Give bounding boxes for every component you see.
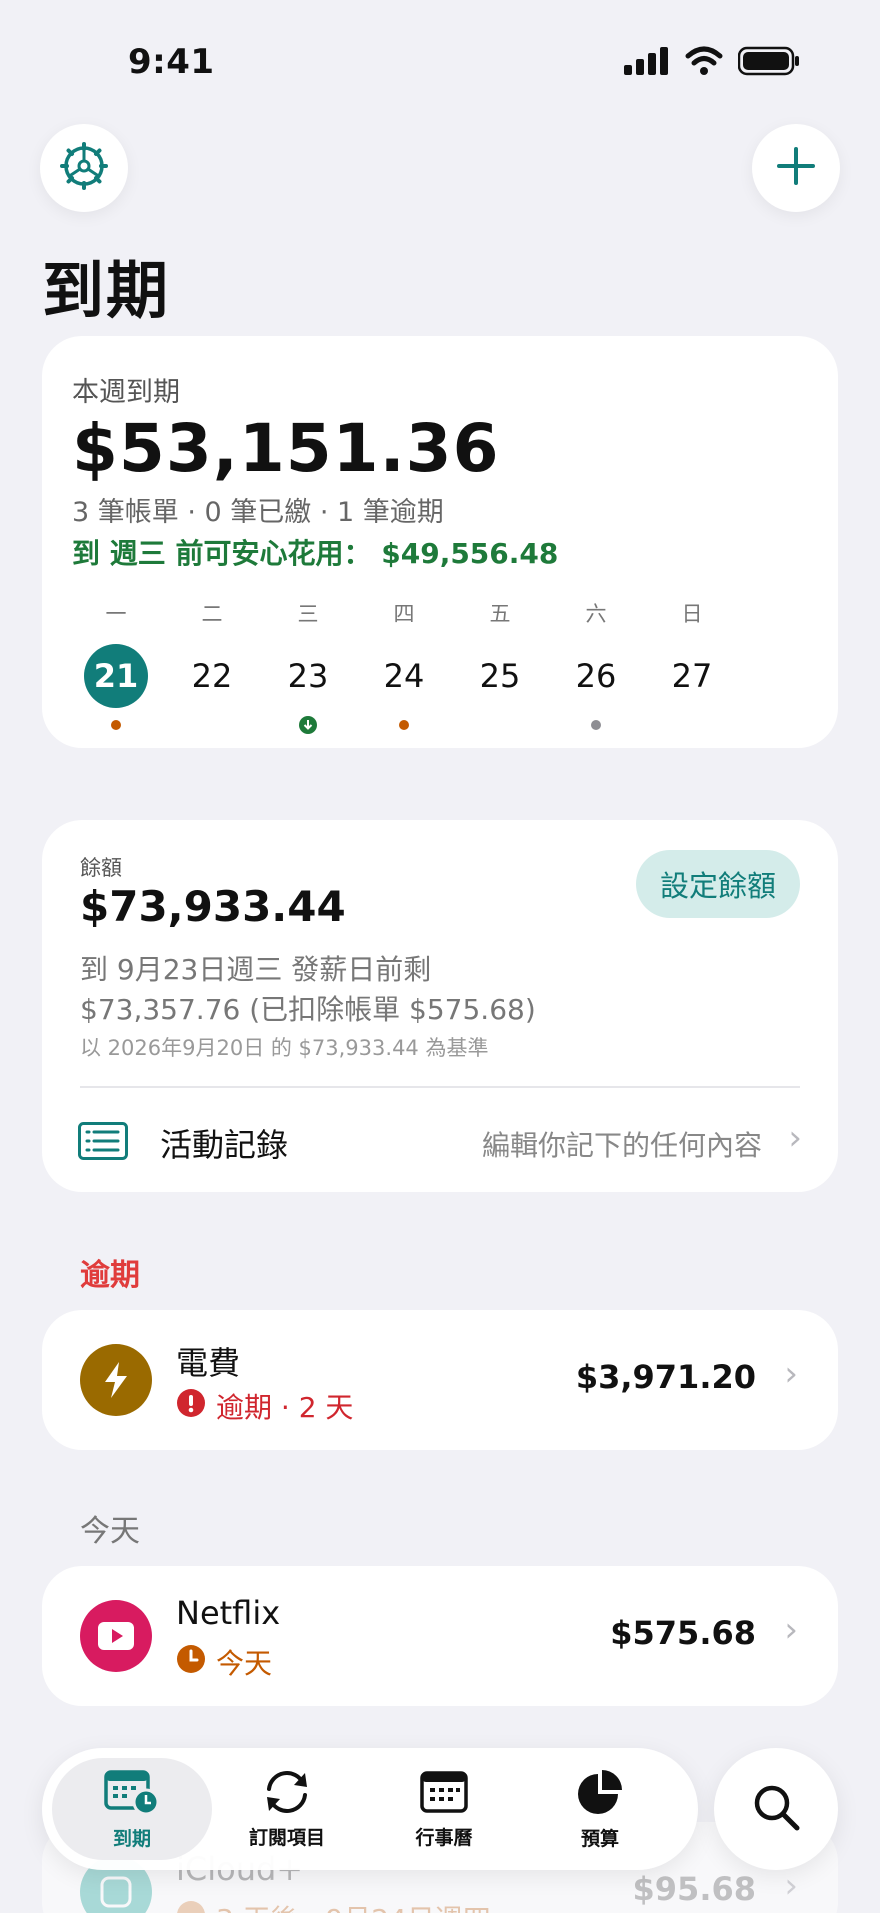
bill-row-electricity[interactable]: 電費 逾期 · 2 天 $3,971.20 › xyxy=(42,1310,838,1450)
balance-basis: 以 2026年9月20日 的 $73,933.44 為基準 xyxy=(80,1036,489,1060)
day-number: 23 xyxy=(287,657,329,695)
day-name: 三 xyxy=(297,602,319,626)
balance-label: 餘額 xyxy=(80,856,122,880)
plus-icon xyxy=(776,146,816,190)
bill-dot xyxy=(591,720,601,730)
pie-chart-icon xyxy=(576,1768,624,1820)
day-number: 26 xyxy=(575,657,617,695)
tab-label: 行事曆 xyxy=(415,1826,473,1849)
day-name: 五 xyxy=(489,602,511,626)
chevron-right-icon: › xyxy=(788,1118,802,1158)
tab-calendar[interactable]: 行事曆 xyxy=(364,1748,524,1870)
bill-amount: $575.68 xyxy=(610,1614,756,1652)
activity-log-hint: 編輯你記下的任何內容 xyxy=(481,1129,762,1162)
day-name: 二 xyxy=(201,602,223,626)
add-button[interactable] xyxy=(752,124,840,212)
battery-icon xyxy=(737,46,800,80)
day-number: 21 xyxy=(84,644,148,708)
tab-label: 預算 xyxy=(580,1827,619,1850)
wifi-icon xyxy=(684,46,724,80)
balance-card: 餘額 $73,933.44 設定餘額 到 9月23日週三 發薪日前剩 $73,3… xyxy=(42,820,838,1192)
settings-button[interactable] xyxy=(40,124,128,212)
day-number: 25 xyxy=(479,657,521,695)
chevron-right-icon: › xyxy=(784,1610,798,1650)
page-title: 到期 xyxy=(42,254,171,327)
day-name: 四 xyxy=(393,602,415,626)
status-time: 9:41 xyxy=(128,42,215,82)
tab-bar: 到期 訂閱項目 行事曆 預算 xyxy=(42,1748,698,1870)
day-name: 六 xyxy=(585,602,607,626)
list-icon xyxy=(78,1122,128,1164)
day-wednesday[interactable]: 三 23 xyxy=(268,598,348,734)
day-name: 一 xyxy=(105,602,127,626)
chevron-right-icon: › xyxy=(784,1354,798,1394)
tab-due[interactable]: 到期 xyxy=(52,1758,212,1860)
payday-arrow-icon xyxy=(299,716,317,734)
gear-icon xyxy=(60,142,108,194)
calendar-clock-icon xyxy=(104,1768,160,1820)
bill-name: Netflix xyxy=(176,1594,281,1632)
activity-log-row[interactable]: 活動記錄 編輯你記下的任何內容 › xyxy=(42,1088,838,1192)
search-button[interactable] xyxy=(714,1748,838,1870)
bill-status: 逾期 · 2 天 xyxy=(176,1386,353,1426)
payday-remaining-amount: $73,357.76 (已扣除帳單 $575.68) xyxy=(80,993,536,1026)
section-today: 今天 xyxy=(80,1514,140,1549)
bill-amount: $3,971.20 xyxy=(575,1358,756,1396)
bill-dot xyxy=(111,720,121,730)
day-monday[interactable]: 一 21 xyxy=(76,598,156,730)
tab-label: 訂閱項目 xyxy=(248,1826,325,1849)
day-number: 27 xyxy=(671,657,713,695)
set-balance-button[interactable]: 設定餘額 xyxy=(635,850,800,918)
day-number: 24 xyxy=(383,657,425,695)
calendar-icon xyxy=(420,1769,468,1819)
play-icon xyxy=(80,1600,152,1672)
bill-amount: $95.68 xyxy=(632,1870,756,1908)
activity-log-title: 活動記錄 xyxy=(160,1126,289,1164)
refresh-icon xyxy=(261,1769,313,1819)
day-name: 日 xyxy=(681,602,703,626)
week-bill-summary: 3 筆帳單 · 0 筆已繳 · 1 筆逾期 xyxy=(72,497,444,528)
day-saturday[interactable]: 六 26 xyxy=(556,598,636,730)
bill-name: 電費 xyxy=(176,1344,241,1382)
section-overdue: 逾期 xyxy=(80,1258,140,1293)
alert-icon xyxy=(176,1388,206,1425)
bill-row-netflix[interactable]: Netflix 今天 $575.68 › xyxy=(42,1566,838,1706)
safe-to-spend: 到 週三 前可安心花用： $49,556.48 xyxy=(72,537,559,570)
tab-subscriptions[interactable]: 訂閱項目 xyxy=(207,1748,367,1870)
bill-dot xyxy=(399,720,409,730)
day-tuesday[interactable]: 二 22 xyxy=(172,598,252,708)
bill-status-text: 3 天後 · 9月24日週四 xyxy=(216,1898,491,1913)
bill-status-text: 今天 xyxy=(216,1647,273,1680)
tab-budget[interactable]: 預算 xyxy=(520,1748,680,1870)
week-summary-card: 本週到期 $53,151.36 3 筆帳單 · 0 筆已繳 · 1 筆逾期 到 … xyxy=(42,336,838,748)
day-number: 22 xyxy=(191,657,233,695)
bill-status: 3 天後 · 9月24日週四 xyxy=(176,1898,491,1913)
chevron-right-icon: › xyxy=(784,1866,798,1906)
day-thursday[interactable]: 四 24 xyxy=(364,598,444,730)
cellular-signal-icon xyxy=(624,47,670,79)
clock-icon xyxy=(176,1900,206,1913)
day-sunday[interactable]: 日 27 xyxy=(652,598,732,708)
week-total-amount: $53,151.36 xyxy=(72,410,500,487)
bill-status: 今天 xyxy=(176,1642,272,1682)
lightning-icon xyxy=(80,1344,152,1416)
bill-status-text: 逾期 · 2 天 xyxy=(216,1391,354,1424)
week-label: 本週到期 xyxy=(72,377,180,408)
payday-remaining-label: 到 9月23日週三 發薪日前剩 xyxy=(80,953,432,986)
tab-label: 到期 xyxy=(112,1827,151,1850)
clock-icon xyxy=(176,1644,206,1681)
balance-amount: $73,933.44 xyxy=(80,882,346,931)
search-icon xyxy=(751,1782,801,1836)
day-friday[interactable]: 五 25 xyxy=(460,598,540,708)
status-icons xyxy=(624,46,800,80)
